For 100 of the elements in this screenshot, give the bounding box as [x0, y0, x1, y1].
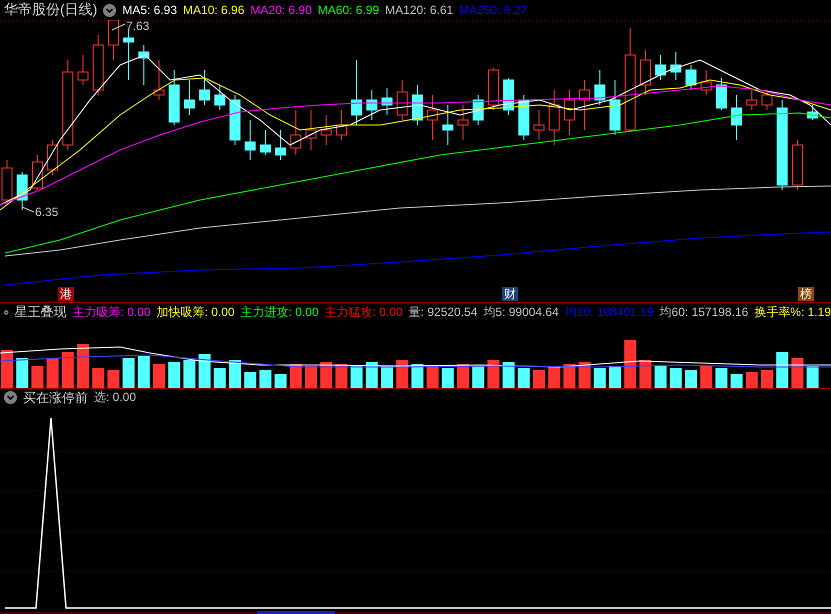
candlestick — [762, 90, 772, 110]
candlestick — [458, 104, 468, 140]
volume-bar — [16, 358, 28, 388]
indicator-value: 均5: 99004.64 — [483, 304, 559, 320]
candlestick — [168, 70, 180, 126]
volume-bar — [396, 360, 408, 388]
volume-bar — [290, 364, 302, 388]
candlestick — [807, 104, 818, 120]
volume-bar — [31, 366, 44, 388]
indicator-value: 均10: 108401.19 — [564, 304, 654, 320]
volume-bar — [335, 364, 348, 388]
candlestick — [184, 80, 195, 116]
indicator-value: MA20: 6.90 — [250, 3, 312, 17]
indicator-value: MA10: 6.96 — [183, 3, 244, 17]
volume-bar — [320, 362, 332, 388]
candlestick — [154, 60, 164, 100]
candlestick — [655, 54, 666, 80]
high-price-label: 7.63 — [126, 20, 150, 33]
candlestick — [138, 44, 150, 86]
indicator-value: 主力吸筹: 0.00 — [72, 304, 151, 320]
indicator-value: MA250: 6.27 — [459, 3, 528, 17]
candlestick — [244, 120, 256, 160]
volume-bar — [198, 354, 211, 388]
volume-bar — [92, 368, 104, 388]
volume-bar — [624, 340, 636, 388]
candlestick — [640, 50, 651, 96]
volume-bar — [654, 366, 667, 388]
volume-bar — [350, 366, 363, 388]
volume-bar — [1, 350, 13, 388]
volume-bar — [472, 366, 484, 388]
candlestick — [16, 172, 28, 210]
candlestick — [442, 104, 454, 146]
volume-bar — [426, 366, 439, 388]
volume-bar — [183, 360, 196, 388]
indicator-value: 主力猛攻: 0.00 — [324, 304, 403, 320]
volume-bar — [518, 368, 530, 388]
candlestick — [275, 130, 286, 160]
candlestick — [579, 80, 590, 130]
volume-bar — [761, 370, 773, 388]
volume-bar — [229, 360, 241, 388]
candlestick — [716, 78, 727, 110]
volume-bar — [153, 364, 165, 388]
candlestick — [472, 94, 484, 126]
indicator-value: MA5: 6.93 — [122, 3, 178, 17]
candlestick — [746, 90, 758, 110]
indicator-value: 选: 0.00 — [94, 389, 136, 406]
volume-bar — [457, 364, 469, 388]
candlestick — [396, 80, 408, 120]
volume-bar — [168, 362, 180, 388]
volume-bar — [442, 368, 454, 388]
volume-bar — [62, 352, 74, 388]
volume-bar — [259, 370, 272, 388]
event-marker[interactable]: 港 — [58, 287, 74, 301]
volume-bar — [563, 364, 576, 388]
volume-bar — [138, 356, 150, 388]
candlestick — [32, 154, 43, 190]
event-marker[interactable]: 榜 — [798, 287, 814, 301]
volume-bar — [776, 352, 788, 388]
candlestick — [518, 94, 530, 140]
low-price-label: 6.35 — [35, 205, 58, 219]
candlestick — [78, 54, 88, 86]
candlestick — [488, 68, 499, 110]
candlestick — [351, 60, 362, 126]
volume-bar — [533, 370, 545, 388]
candlestick — [670, 52, 682, 80]
indicator-value: MA60: 6.99 — [318, 3, 380, 17]
candlestick — [306, 110, 316, 150]
event-marker[interactable]: 财 — [502, 287, 518, 301]
candlestick — [214, 84, 226, 110]
volume-bar — [214, 368, 226, 388]
candlestick — [427, 94, 438, 140]
leader-line — [22, 206, 34, 212]
dropdown-icon[interactable] — [4, 391, 17, 404]
candlestick — [564, 90, 575, 136]
volume-bar — [502, 362, 515, 388]
volume-bar — [274, 374, 287, 388]
candlestick — [382, 88, 392, 116]
volume-bar — [77, 344, 89, 388]
volume-bar — [487, 360, 500, 388]
volume-bar — [700, 366, 712, 388]
candlestick — [230, 94, 240, 146]
volume-bar — [730, 374, 743, 388]
candlestick — [731, 94, 742, 140]
candlestick — [92, 34, 104, 96]
stock-title: 华帝股份(日线) — [4, 1, 98, 19]
volume-bar — [46, 358, 59, 388]
dropdown-icon[interactable] — [103, 4, 116, 16]
volume-bar — [715, 368, 728, 388]
candlestick — [199, 70, 210, 106]
indicator-value: 均60: 157198.16 — [660, 304, 748, 320]
indicator-title: 星王叠现 — [14, 303, 67, 321]
candlestick — [412, 84, 423, 126]
volume-bar — [639, 360, 652, 388]
volume-bar — [746, 372, 758, 388]
volume-bar — [366, 362, 378, 388]
candlestick — [260, 130, 271, 156]
volume-bar — [806, 366, 819, 388]
indicator-value: MA120: 6.61 — [385, 3, 454, 17]
volume-bar — [791, 358, 804, 388]
candlestick — [610, 80, 620, 136]
